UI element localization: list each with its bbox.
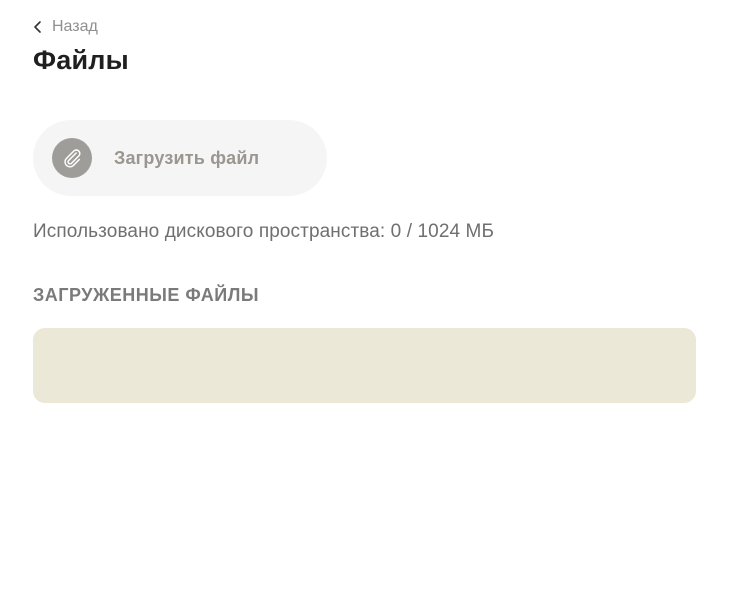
chevron-left-icon bbox=[34, 21, 41, 33]
uploaded-files-list bbox=[33, 328, 696, 403]
uploaded-files-heading: ЗАГРУЖЕННЫЕ ФАЙЛЫ bbox=[33, 285, 259, 305]
disk-usage-text: Использовано дискового пространства: 0 /… bbox=[33, 221, 495, 242]
page-title: Файлы bbox=[33, 45, 129, 75]
files-page: Назад Файлы Загрузить файл Использовано … bbox=[0, 0, 753, 609]
upload-file-button[interactable]: Загрузить файл bbox=[33, 120, 327, 196]
paperclip-icon bbox=[52, 138, 92, 178]
back-link[interactable]: Назад bbox=[33, 17, 98, 37]
upload-file-label: Загрузить файл bbox=[114, 147, 260, 168]
back-link-label: Назад bbox=[52, 18, 98, 35]
